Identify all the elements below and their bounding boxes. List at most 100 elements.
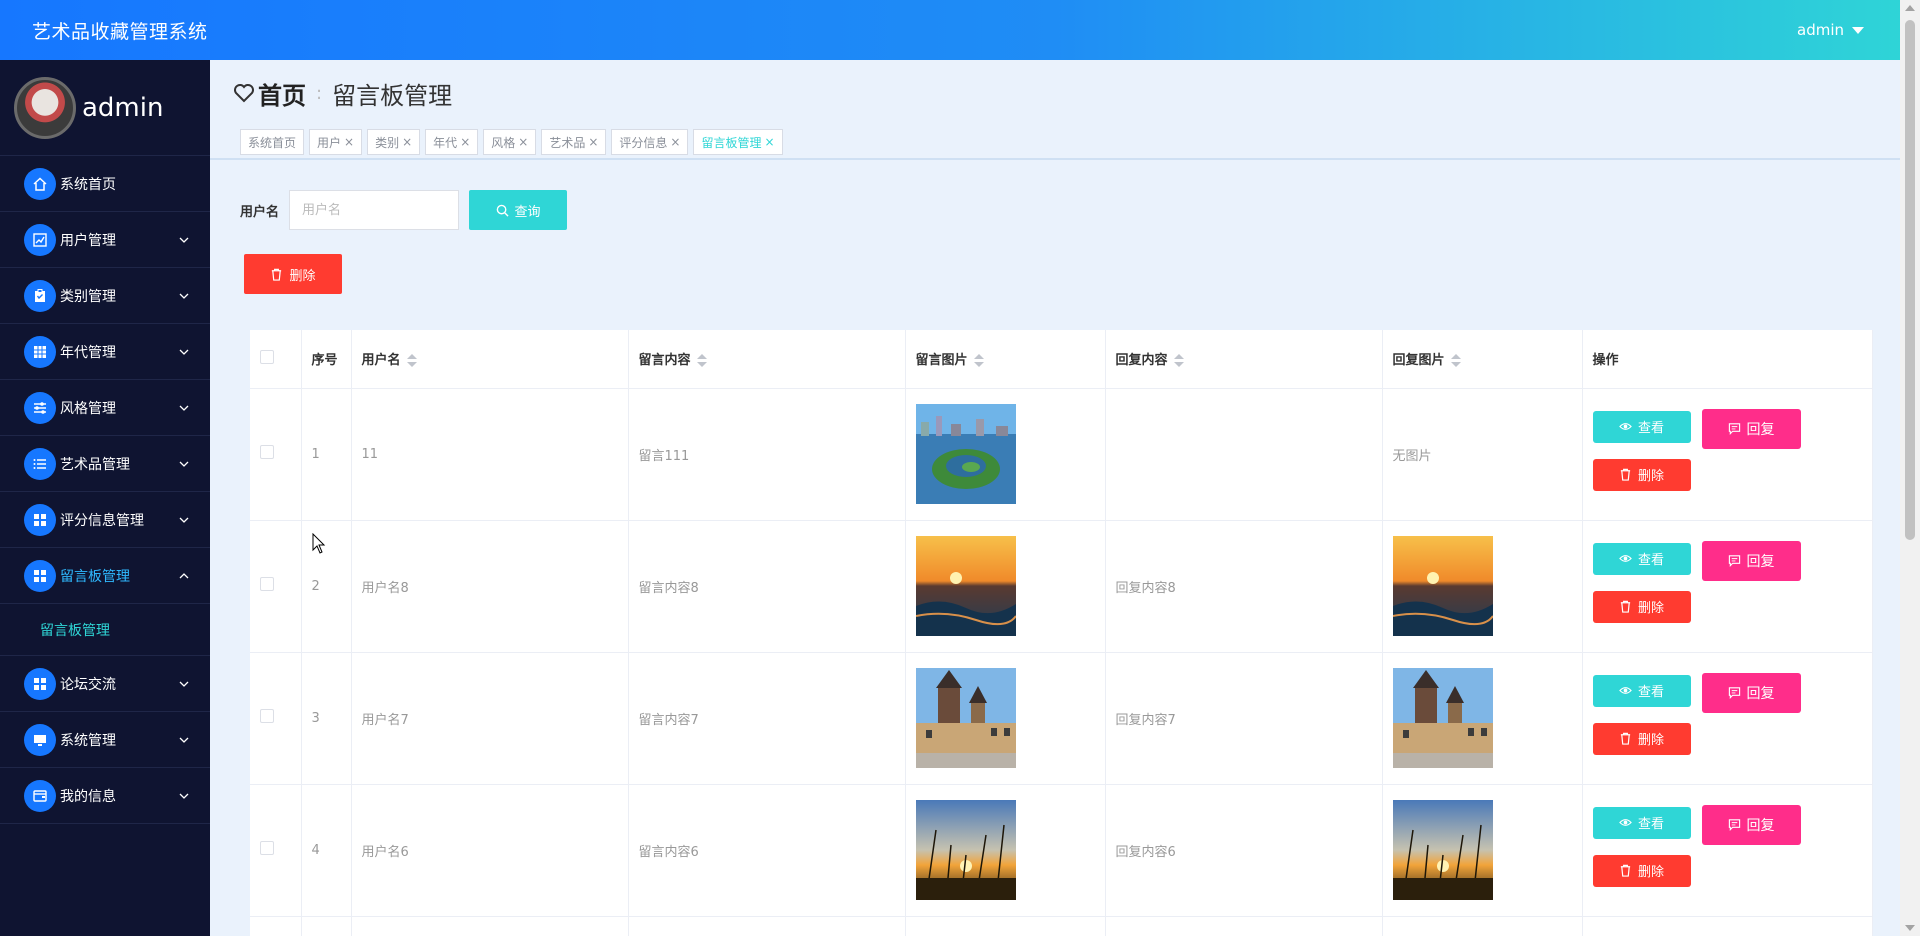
sunset-sea-photo[interactable]: [915, 536, 1016, 636]
delete-button[interactable]: 删除: [1592, 458, 1691, 491]
user-dropdown[interactable]: admin: [1797, 0, 1864, 60]
prague-tower-photo[interactable]: [1392, 668, 1493, 768]
tag-users[interactable]: 用户 ×: [309, 129, 363, 155]
sidebar-item-style[interactable]: 风格管理: [0, 380, 210, 436]
checkbox[interactable]: [260, 709, 274, 723]
scroll-up-icon[interactable]: [1905, 5, 1915, 11]
header-select-all[interactable]: [250, 330, 302, 389]
tag-era[interactable]: 年代 ×: [425, 129, 479, 155]
wheat-sunset-photo[interactable]: [915, 800, 1016, 900]
sidebar-item-home[interactable]: 系统首页: [0, 156, 210, 212]
bulk-delete-label: 删除: [289, 268, 316, 284]
sidebar-item-category[interactable]: 类别管理: [0, 268, 210, 324]
search-input[interactable]: [289, 190, 460, 230]
tag-messageboard[interactable]: 留言板管理 ×: [693, 129, 783, 155]
trash-icon: [1620, 600, 1631, 613]
header-username[interactable]: 用户名: [351, 330, 629, 389]
row-select[interactable]: [250, 784, 302, 917]
header-image[interactable]: 留言图片: [905, 330, 1106, 389]
close-icon[interactable]: ×: [460, 135, 470, 149]
sidebar-item-era[interactable]: 年代管理: [0, 324, 210, 380]
tag-rating[interactable]: 评分信息 ×: [611, 129, 689, 155]
search-button[interactable]: 查询: [469, 190, 568, 230]
cell-index: [301, 916, 352, 936]
sidebar-item-rating[interactable]: 评分信息管理: [0, 492, 210, 548]
sort-icon[interactable]: [973, 353, 984, 368]
checkbox[interactable]: [260, 445, 274, 459]
sort-icon[interactable]: [696, 353, 707, 368]
sidebar-item-label: 系统管理: [60, 732, 116, 749]
sidebar-item-label: 类别管理: [60, 288, 116, 305]
row-select[interactable]: [250, 520, 302, 653]
view-button[interactable]: 查看: [1592, 542, 1691, 575]
heart-icon: [234, 84, 254, 103]
delete-button[interactable]: 删除: [1592, 854, 1691, 887]
home-icon: [24, 167, 56, 200]
header-reply[interactable]: 回复内容: [1105, 330, 1383, 389]
cell-content: 留言内容7: [628, 652, 906, 785]
delete-button[interactable]: 删除: [1592, 722, 1691, 755]
header-reply-image[interactable]: 回复图片: [1382, 330, 1583, 389]
sidebar-item-users[interactable]: 用户管理: [0, 212, 210, 268]
row-select[interactable]: [250, 388, 302, 521]
close-icon[interactable]: ×: [402, 135, 412, 149]
eye-icon: [1619, 423, 1632, 430]
view-button[interactable]: 查看: [1592, 410, 1691, 443]
wheat-sunset-photo[interactable]: [1392, 800, 1493, 900]
breadcrumb-home[interactable]: 首页: [258, 76, 306, 111]
chevron-down-icon: [179, 461, 189, 467]
checkbox[interactable]: [260, 577, 274, 591]
cell-reply: 回复内容6: [1105, 784, 1383, 917]
lake-island-photo[interactable]: [915, 404, 1016, 504]
search-button-label: 查询: [514, 204, 541, 220]
view-button[interactable]: 查看: [1592, 674, 1691, 707]
reply-button[interactable]: 回复: [1701, 408, 1801, 449]
chevron-up-icon: [179, 572, 189, 578]
trash-icon: [1620, 468, 1631, 481]
grid-icon: [24, 335, 56, 368]
reply-button[interactable]: 回复: [1701, 672, 1801, 713]
submenu-item-messageboard[interactable]: 留言板管理: [0, 604, 210, 656]
checkbox[interactable]: [260, 349, 274, 364]
close-icon[interactable]: ×: [765, 135, 775, 149]
avatar: [14, 76, 76, 139]
row-select[interactable]: [250, 916, 302, 936]
sort-icon[interactable]: [406, 353, 417, 368]
sidebar-user: admin: [0, 60, 210, 156]
page-scrollbar[interactable]: [1900, 0, 1920, 936]
sidebar-item-label: 用户管理: [60, 232, 116, 249]
eye-icon: [1619, 687, 1632, 694]
tag-style[interactable]: 风格 ×: [483, 129, 537, 155]
close-icon[interactable]: ×: [344, 135, 354, 149]
sidebar-item-forum[interactable]: 论坛交流: [0, 656, 210, 712]
close-icon[interactable]: ×: [588, 135, 598, 149]
view-button[interactable]: 查看: [1592, 806, 1691, 839]
cell-reply-image: [1382, 520, 1583, 653]
sunset-sea-photo[interactable]: [1392, 536, 1493, 636]
reply-button[interactable]: 回复: [1701, 540, 1801, 581]
sidebar-item-myinfo[interactable]: 我的信息: [0, 768, 210, 824]
sidebar-item-label: 艺术品管理: [60, 456, 130, 473]
tag-home[interactable]: 系统首页: [240, 129, 305, 155]
close-icon[interactable]: ×: [670, 135, 680, 149]
prague-tower-photo[interactable]: [915, 668, 1016, 768]
reply-button[interactable]: 回复: [1701, 804, 1801, 845]
close-icon[interactable]: ×: [518, 135, 528, 149]
sidebar-item-artwork[interactable]: 艺术品管理: [0, 436, 210, 492]
sidebar-item-messageboard[interactable]: 留言板管理: [0, 548, 210, 604]
scrollbar-thumb[interactable]: [1905, 20, 1915, 540]
row-select[interactable]: [250, 652, 302, 785]
scroll-down-icon[interactable]: [1905, 925, 1915, 931]
bulk-delete-button[interactable]: 删除: [244, 254, 342, 294]
delete-button[interactable]: 删除: [1592, 590, 1691, 623]
tag-artwork[interactable]: 艺术品 ×: [541, 129, 607, 155]
header-content[interactable]: 留言内容: [628, 330, 906, 389]
checkbox[interactable]: [260, 841, 274, 855]
sort-icon[interactable]: [1173, 353, 1184, 368]
tag-category[interactable]: 类别 ×: [367, 129, 421, 155]
table-row: 4 用户名6 留言内容6 回复内容6 查看 回复 删除: [250, 784, 1873, 917]
sidebar-item-system[interactable]: 系统管理: [0, 712, 210, 768]
reply-label: 回复: [1746, 421, 1775, 438]
chevron-down-icon: [179, 293, 189, 299]
sort-icon[interactable]: [1450, 353, 1461, 368]
